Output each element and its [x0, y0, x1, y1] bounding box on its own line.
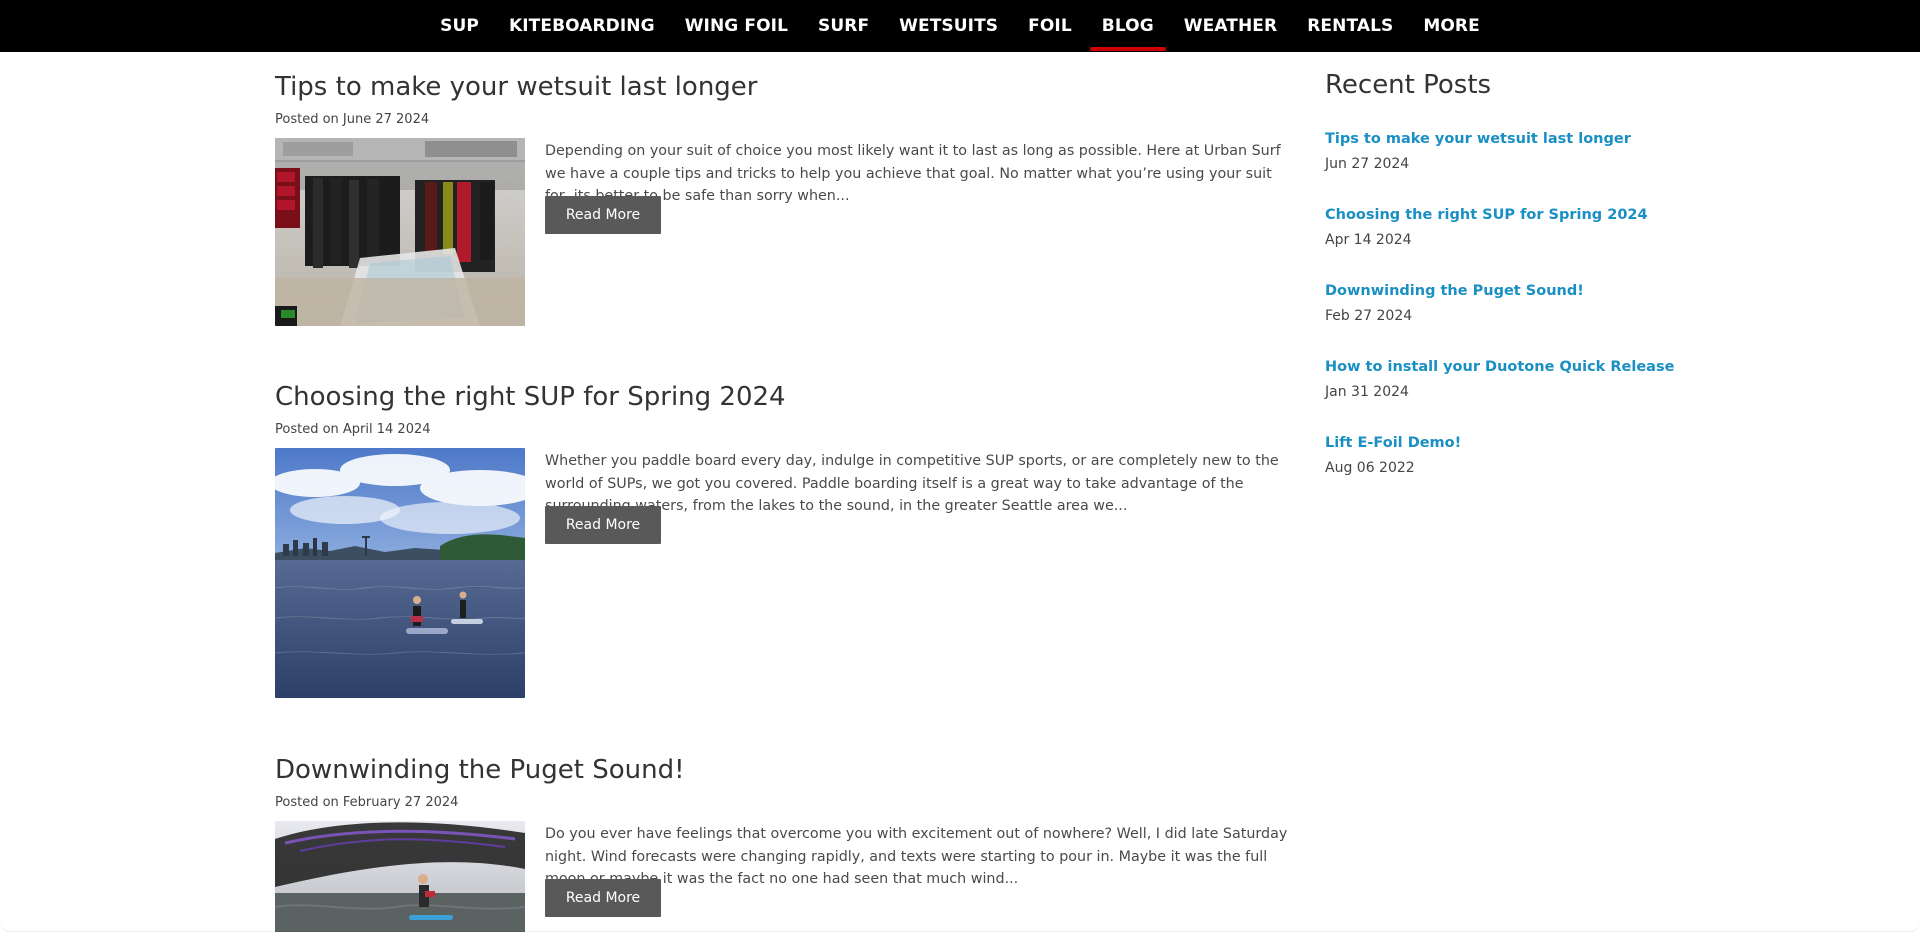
- recent-post-item: Downwinding the Puget Sound! Feb 27 2024: [1325, 283, 1665, 359]
- post-thumbnail[interactable]: [275, 821, 525, 932]
- recent-posts-sidebar: Recent Posts Tips to make your wetsuit l…: [1325, 52, 1674, 932]
- recent-post-item: How to install your Duotone Quick Releas…: [1325, 359, 1674, 435]
- recent-post-date: Jun 27 2024: [1325, 156, 1410, 172]
- read-more-button[interactable]: Read More: [545, 879, 661, 917]
- recent-post-item: Lift E-Foil Demo! Aug 06 2022: [1325, 435, 1665, 511]
- recent-post-item: Tips to make your wetsuit last longer Ju…: [1325, 131, 1665, 207]
- post-title[interactable]: Choosing the right SUP for Spring 2024: [275, 382, 786, 412]
- recent-post-item: Choosing the right SUP for Spring 2024 A…: [1325, 207, 1665, 283]
- post-title[interactable]: Downwinding the Puget Sound!: [275, 755, 685, 785]
- nav-item-rentals[interactable]: RENTALS: [1305, 0, 1395, 52]
- recent-post-link[interactable]: Choosing the right SUP for Spring 2024: [1325, 207, 1648, 223]
- blog-post-list: Tips to make your wetsuit last longer Po…: [275, 52, 1290, 932]
- post-thumbnail[interactable]: [275, 448, 525, 698]
- post-title[interactable]: Tips to make your wetsuit last longer: [275, 72, 758, 102]
- nav-item-wing-foil[interactable]: WING FOIL: [683, 0, 790, 52]
- nav-item-sup[interactable]: SUP: [438, 0, 481, 52]
- nav-item-surf[interactable]: SURF: [816, 0, 871, 52]
- read-more-button[interactable]: Read More: [545, 196, 661, 234]
- recent-posts-list: Tips to make your wetsuit last longer Ju…: [1325, 131, 1674, 511]
- recent-posts-title: Recent Posts: [1325, 70, 1492, 100]
- recent-post-link[interactable]: Tips to make your wetsuit last longer: [1325, 131, 1631, 147]
- recent-post-date: Apr 14 2024: [1325, 232, 1412, 248]
- nav-item-more[interactable]: MORE: [1421, 0, 1481, 52]
- page-frame: Tips to make your wetsuit last longer Po…: [0, 52, 1920, 932]
- nav-item-wetsuits[interactable]: WETSUITS: [897, 0, 1000, 52]
- nav-item-blog[interactable]: BLOG: [1089, 0, 1166, 52]
- top-navigation: SUP KITEBOARDING WING FOIL SURF WETSUITS…: [0, 0, 1920, 52]
- wetsuit-store-photo: [275, 138, 525, 326]
- post-thumbnail[interactable]: [275, 138, 525, 326]
- recent-post-date: Jan 31 2024: [1325, 384, 1409, 400]
- post-date: Posted on April 14 2024: [275, 422, 431, 437]
- recent-post-link[interactable]: Lift E-Foil Demo!: [1325, 435, 1461, 451]
- post-date: Posted on June 27 2024: [275, 112, 430, 127]
- recent-post-date: Feb 27 2024: [1325, 308, 1413, 324]
- recent-post-link[interactable]: Downwinding the Puget Sound!: [1325, 283, 1584, 299]
- wing-foil-photo: [275, 821, 525, 932]
- post-date: Posted on February 27 2024: [275, 795, 459, 810]
- nav-item-kiteboarding[interactable]: KITEBOARDING: [507, 0, 657, 52]
- nav-item-foil[interactable]: FOIL: [1026, 0, 1074, 52]
- nav-item-weather[interactable]: WEATHER: [1182, 0, 1279, 52]
- nav-items: SUP KITEBOARDING WING FOIL SURF WETSUITS…: [0, 0, 1920, 52]
- recent-post-link[interactable]: How to install your Duotone Quick Releas…: [1325, 359, 1674, 375]
- read-more-button[interactable]: Read More: [545, 506, 661, 544]
- seattle-sup-photo: [275, 448, 525, 698]
- recent-post-date: Aug 06 2022: [1325, 460, 1415, 476]
